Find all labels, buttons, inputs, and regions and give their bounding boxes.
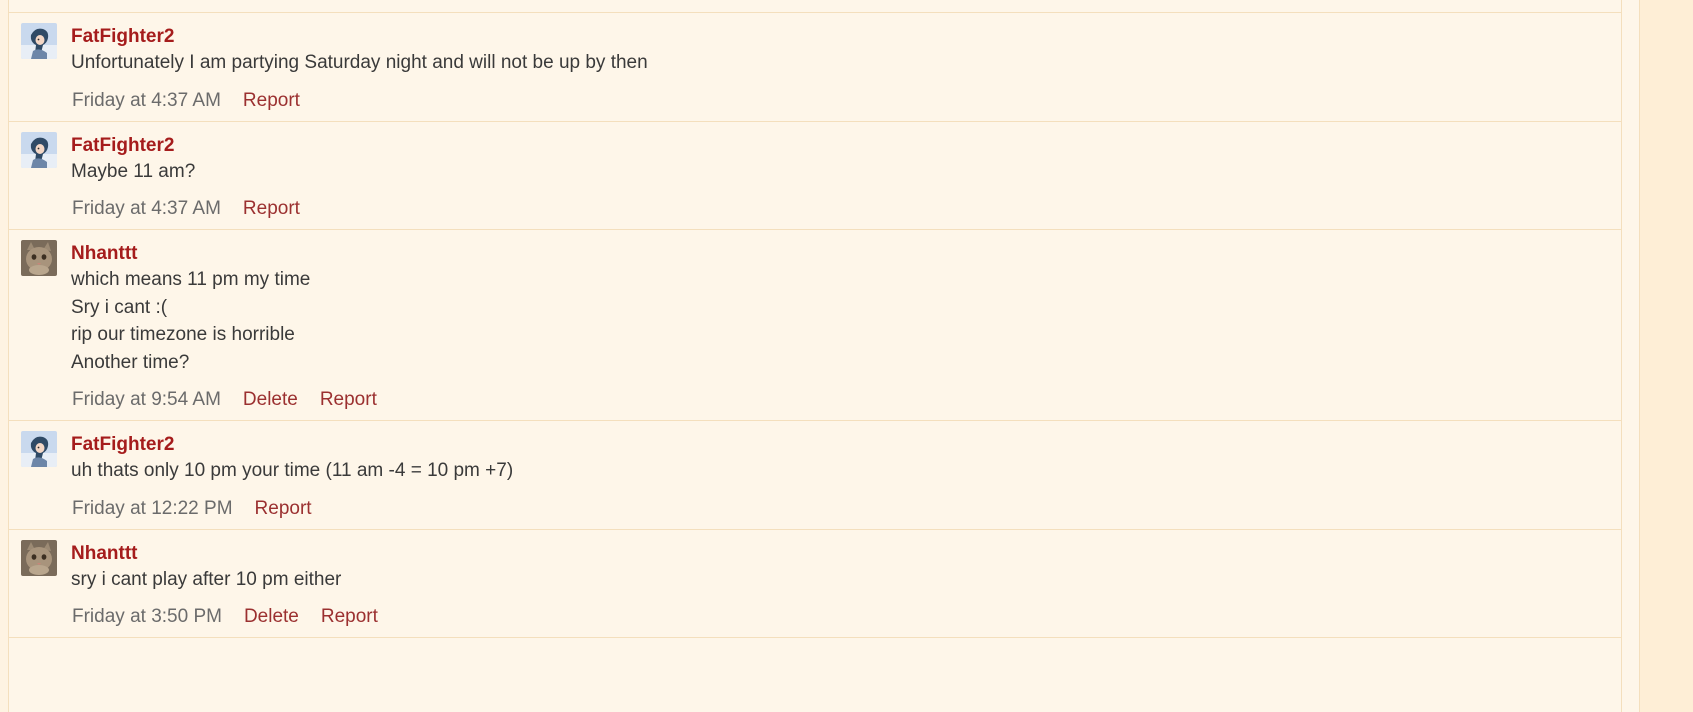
message-4: FatFighter2 uh thats only 10 pm your tim… bbox=[9, 421, 1621, 530]
messages-container: FatFighter2 Unfortunately I am partying … bbox=[9, 13, 1621, 638]
cat-avatar[interactable] bbox=[21, 240, 57, 276]
message-meta: Friday at 12:22 PM Report bbox=[72, 497, 1621, 529]
message-text: Unfortunately I am partying Saturday nig… bbox=[71, 49, 1621, 77]
message-text: which means 11 pm my time Sry i cant :( ri… bbox=[71, 266, 1621, 376]
message-2: FatFighter2 Maybe 11 am? Friday at 4:37 … bbox=[9, 122, 1621, 230]
report-link[interactable]: Report bbox=[243, 198, 300, 219]
message-5: Nhanttt sry i cant play after 10 pm eith… bbox=[9, 530, 1621, 638]
page: FatFighter2 Unfortunately I am partying … bbox=[0, 0, 1693, 712]
timestamp-link[interactable]: Friday at 4:37 AM bbox=[72, 198, 221, 219]
profile-posts-list: FatFighter2 Unfortunately I am partying … bbox=[8, 0, 1622, 712]
message-body: Nhanttt sry i cant play after 10 pm eith… bbox=[71, 530, 1621, 638]
previous-message-edge bbox=[9, 0, 1621, 13]
message-line: Maybe 11 am? bbox=[71, 160, 196, 182]
anime-avatar[interactable] bbox=[21, 131, 57, 168]
message-body: FatFighter2 Unfortunately I am partying … bbox=[71, 13, 1621, 121]
username-link[interactable]: Nhanttt bbox=[71, 242, 1621, 266]
message-line: rip our timezone is horrible bbox=[71, 324, 295, 345]
message-meta: Friday at 4:37 AM Report bbox=[72, 197, 1621, 229]
cat-avatar-image bbox=[21, 539, 57, 576]
message-meta: Friday at 4:37 AM Report bbox=[72, 89, 1621, 121]
message-body: FatFighter2 uh thats only 10 pm your tim… bbox=[71, 421, 1621, 529]
message-line: uh thats only 10 pm your time (11 am -4 … bbox=[71, 460, 514, 481]
timestamp-link[interactable]: Friday at 3:50 PM bbox=[72, 606, 222, 627]
report-link[interactable]: Report bbox=[255, 498, 312, 519]
message-body: FatFighter2 Maybe 11 am? Friday at 4:37 … bbox=[71, 122, 1621, 230]
report-link[interactable]: Report bbox=[243, 90, 300, 111]
username-link[interactable]: FatFighter2 bbox=[71, 25, 1621, 49]
timestamp-link[interactable]: Friday at 9:54 AM bbox=[72, 389, 221, 410]
anime-avatar[interactable] bbox=[21, 23, 57, 59]
gutter bbox=[1622, 0, 1639, 712]
username-link[interactable]: FatFighter2 bbox=[71, 134, 1621, 158]
username-link[interactable]: FatFighter2 bbox=[71, 433, 1621, 457]
delete-link[interactable]: Delete bbox=[244, 606, 299, 627]
message-text: sry i cant play after 10 pm either bbox=[71, 566, 1621, 594]
timestamp-link[interactable]: Friday at 12:22 PM bbox=[72, 498, 233, 519]
message-meta: Friday at 3:50 PM Delete Report bbox=[72, 605, 1621, 637]
cat-avatar[interactable] bbox=[21, 539, 57, 576]
report-link[interactable]: Report bbox=[321, 606, 378, 627]
cat-avatar-image bbox=[21, 240, 57, 276]
anime-avatar-image bbox=[21, 23, 57, 59]
message-line: Another time? bbox=[71, 351, 190, 373]
message-line: Sry i cant :( bbox=[71, 296, 168, 318]
timestamp-link[interactable]: Friday at 4:37 AM bbox=[72, 90, 221, 111]
report-link[interactable]: Report bbox=[320, 389, 377, 410]
username-link[interactable]: Nhanttt bbox=[71, 542, 1621, 566]
message-meta: Friday at 9:54 AM Delete Report bbox=[72, 388, 1621, 420]
anime-avatar-image bbox=[21, 131, 57, 168]
delete-link[interactable]: Delete bbox=[243, 389, 298, 410]
message-line: Unfortunately I am partying Saturday nig… bbox=[71, 52, 648, 73]
message-line: sry i cant play after 10 pm either bbox=[71, 568, 342, 590]
anime-avatar[interactable] bbox=[21, 431, 57, 467]
message-3: Nhanttt which means 11 pm my time Sry i c… bbox=[9, 230, 1621, 421]
anime-avatar-image bbox=[21, 431, 57, 467]
message-text: Maybe 11 am? bbox=[71, 158, 1621, 186]
message-line: which means 11 pm my time bbox=[71, 269, 311, 290]
sidebar-edge bbox=[1639, 0, 1693, 712]
message-1: FatFighter2 Unfortunately I am partying … bbox=[9, 13, 1621, 122]
message-body: Nhanttt which means 11 pm my time Sry i c… bbox=[71, 230, 1621, 420]
message-text: uh thats only 10 pm your time (11 am -4 … bbox=[71, 457, 1621, 485]
